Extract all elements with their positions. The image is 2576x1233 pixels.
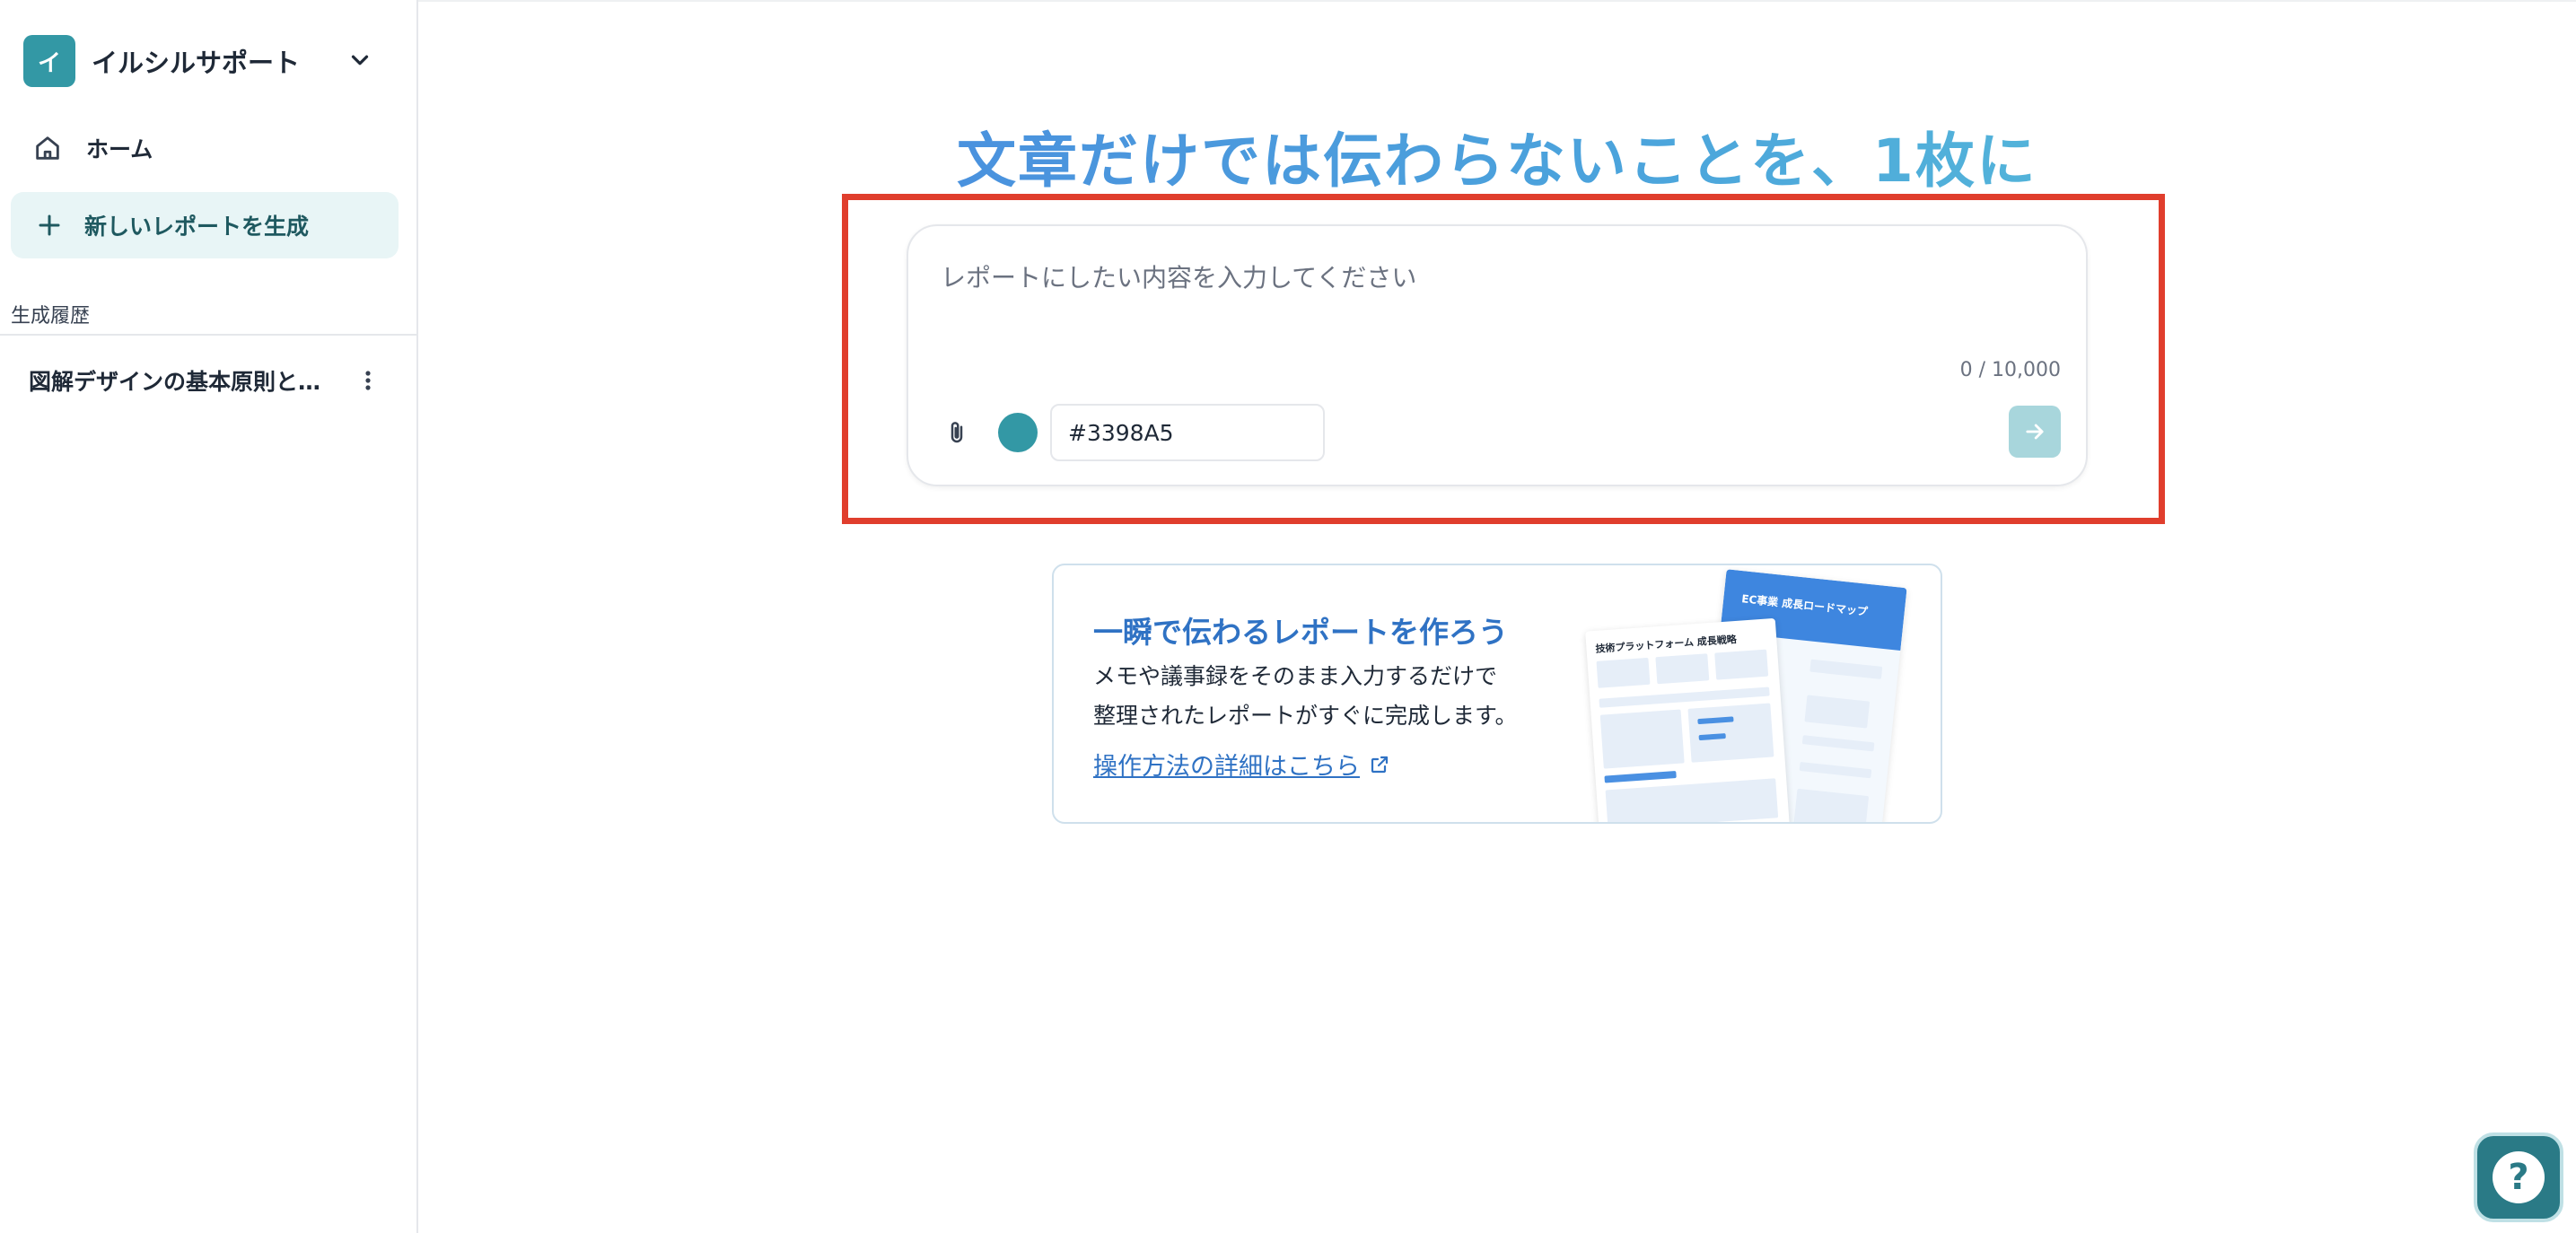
new-report-button[interactable]: 新しいレポートを生成 <box>11 192 399 258</box>
report-composer: 0 / 10,000 <box>907 224 2088 486</box>
home-icon <box>36 136 59 160</box>
plus-icon <box>39 214 60 236</box>
external-link-icon <box>1371 756 1389 773</box>
thumbnail-block <box>1596 657 1651 688</box>
report-thumbnail: 技術プラットフォーム 成長戦略 <box>1585 617 1790 822</box>
color-hex-input[interactable] <box>1050 404 1325 461</box>
workspace-name: イルシルサポート <box>92 48 301 78</box>
top-border <box>418 0 2576 2</box>
workspace-avatar: イ <box>23 35 75 87</box>
workspace-switcher[interactable]: イ イルシルサポート <box>23 34 386 88</box>
paperclip-icon <box>951 422 963 443</box>
help-button[interactable]: ? <box>2474 1132 2563 1222</box>
arrow-right-icon <box>2026 424 2044 440</box>
thumbnail-block <box>1801 735 1875 752</box>
send-button[interactable] <box>2009 406 2061 458</box>
promo-title: 一瞬で伝わるレポートを作ろう <box>1093 615 1508 650</box>
attach-button[interactable] <box>939 413 975 452</box>
thumbnail-block <box>1714 649 1769 680</box>
thumbnail-block <box>1799 761 1872 779</box>
thumbnail-block <box>1604 771 1677 783</box>
thumbnail-block <box>1687 703 1774 763</box>
chevron-down-icon <box>351 55 369 66</box>
promo-description-line: メモや議事録をそのまま入力するだけで <box>1093 663 1498 689</box>
thumbnail-block <box>1793 788 1870 822</box>
char-count: 0 / 10,000 <box>1959 359 2061 381</box>
thumbnail-block <box>1599 709 1685 769</box>
history-section-label: 生成履歴 <box>11 305 91 328</box>
more-vertical-icon[interactable] <box>355 368 381 393</box>
promo-description-line: 整理されたレポートがすぐに完成します。 <box>1093 703 1518 729</box>
sidebar-item-home[interactable]: ホーム <box>13 122 399 174</box>
history-item[interactable]: 図解デザインの基本原則と… <box>13 357 399 404</box>
new-report-label: 新しいレポートを生成 <box>84 214 310 240</box>
sidebar-item-label: ホーム <box>86 136 153 162</box>
report-input[interactable] <box>941 258 2054 330</box>
help-guide-link[interactable]: 操作方法の詳細はこちら <box>1093 747 1390 782</box>
color-swatch[interactable] <box>998 413 1038 452</box>
divider <box>0 334 418 336</box>
thumbnail-block <box>1605 778 1779 822</box>
thumbnail-block <box>1809 659 1883 679</box>
page-headline: 文章だけでは伝わらないことを、1枚に <box>418 113 2576 199</box>
thumbnail-block <box>1804 695 1871 729</box>
question-icon: ? <box>2493 1151 2545 1203</box>
history-item-label: 図解デザインの基本原則と… <box>29 369 321 395</box>
sidebar: イ イルシルサポート ホーム 新しいレポートを生成 生成履歴 図解デザインの基本… <box>0 0 418 1233</box>
help-guide-link-label: 操作方法の詳細はこちら <box>1093 753 1360 781</box>
promo-card: 一瞬で伝わるレポートを作ろう メモや議事録をそのまま入力するだけで 整理されたレ… <box>1052 564 1942 824</box>
thumbnail-block <box>1655 653 1710 685</box>
